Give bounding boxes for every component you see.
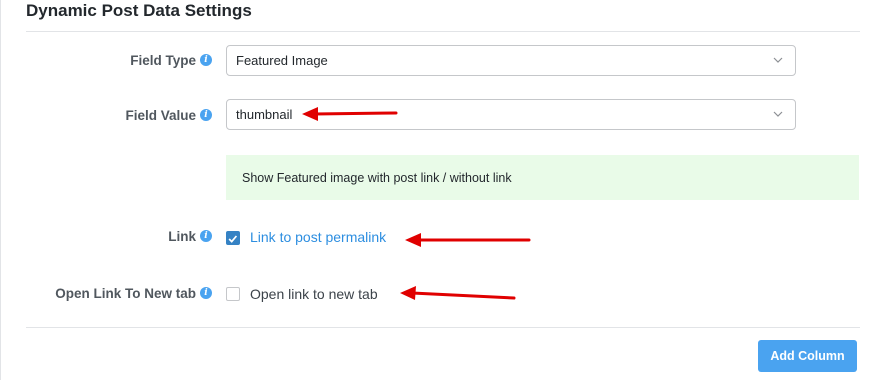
- notice-text: Show Featured image with post link / wit…: [242, 170, 512, 185]
- info-icon[interactable]: i: [200, 287, 212, 299]
- new-tab-label-row: Open Link To New tab i: [12, 283, 212, 303]
- link-label: Link: [168, 228, 196, 244]
- panel-title: Dynamic Post Data Settings: [26, 1, 252, 20]
- link-checkbox-label[interactable]: Link to post permalink: [250, 229, 386, 245]
- field-type-label-row: Field Type i: [12, 50, 212, 70]
- field-type-label: Field Type: [130, 52, 196, 68]
- field-value-label: Field Value: [125, 107, 196, 123]
- field-value-label-row: Field Value i: [12, 105, 212, 125]
- red-arrow-annotation: [400, 286, 516, 300]
- chevron-down-icon: [773, 111, 783, 117]
- panel-left-border: [0, 0, 1, 380]
- info-icon[interactable]: i: [200, 54, 212, 66]
- footer-divider: [26, 327, 860, 328]
- link-label-row: Link i: [12, 226, 212, 246]
- red-arrow-annotation: [405, 233, 531, 247]
- field-type-select[interactable]: Featured Image: [226, 45, 796, 76]
- link-checkbox[interactable]: [226, 231, 240, 245]
- info-icon[interactable]: i: [200, 230, 212, 242]
- chevron-down-icon: [773, 57, 783, 63]
- check-icon: [228, 235, 238, 243]
- new-tab-checkbox-label[interactable]: Open link to new tab: [250, 286, 378, 302]
- new-tab-label: Open Link To New tab: [55, 285, 196, 301]
- field-type-value: Featured Image: [236, 53, 328, 68]
- info-icon[interactable]: i: [200, 109, 212, 121]
- info-notice: Show Featured image with post link / wit…: [226, 155, 859, 200]
- red-arrow-annotation: [302, 107, 398, 121]
- add-column-button[interactable]: Add Column: [758, 340, 857, 372]
- field-value-value: thumbnail: [236, 107, 293, 122]
- new-tab-checkbox[interactable]: [226, 287, 240, 301]
- title-divider: [26, 31, 860, 32]
